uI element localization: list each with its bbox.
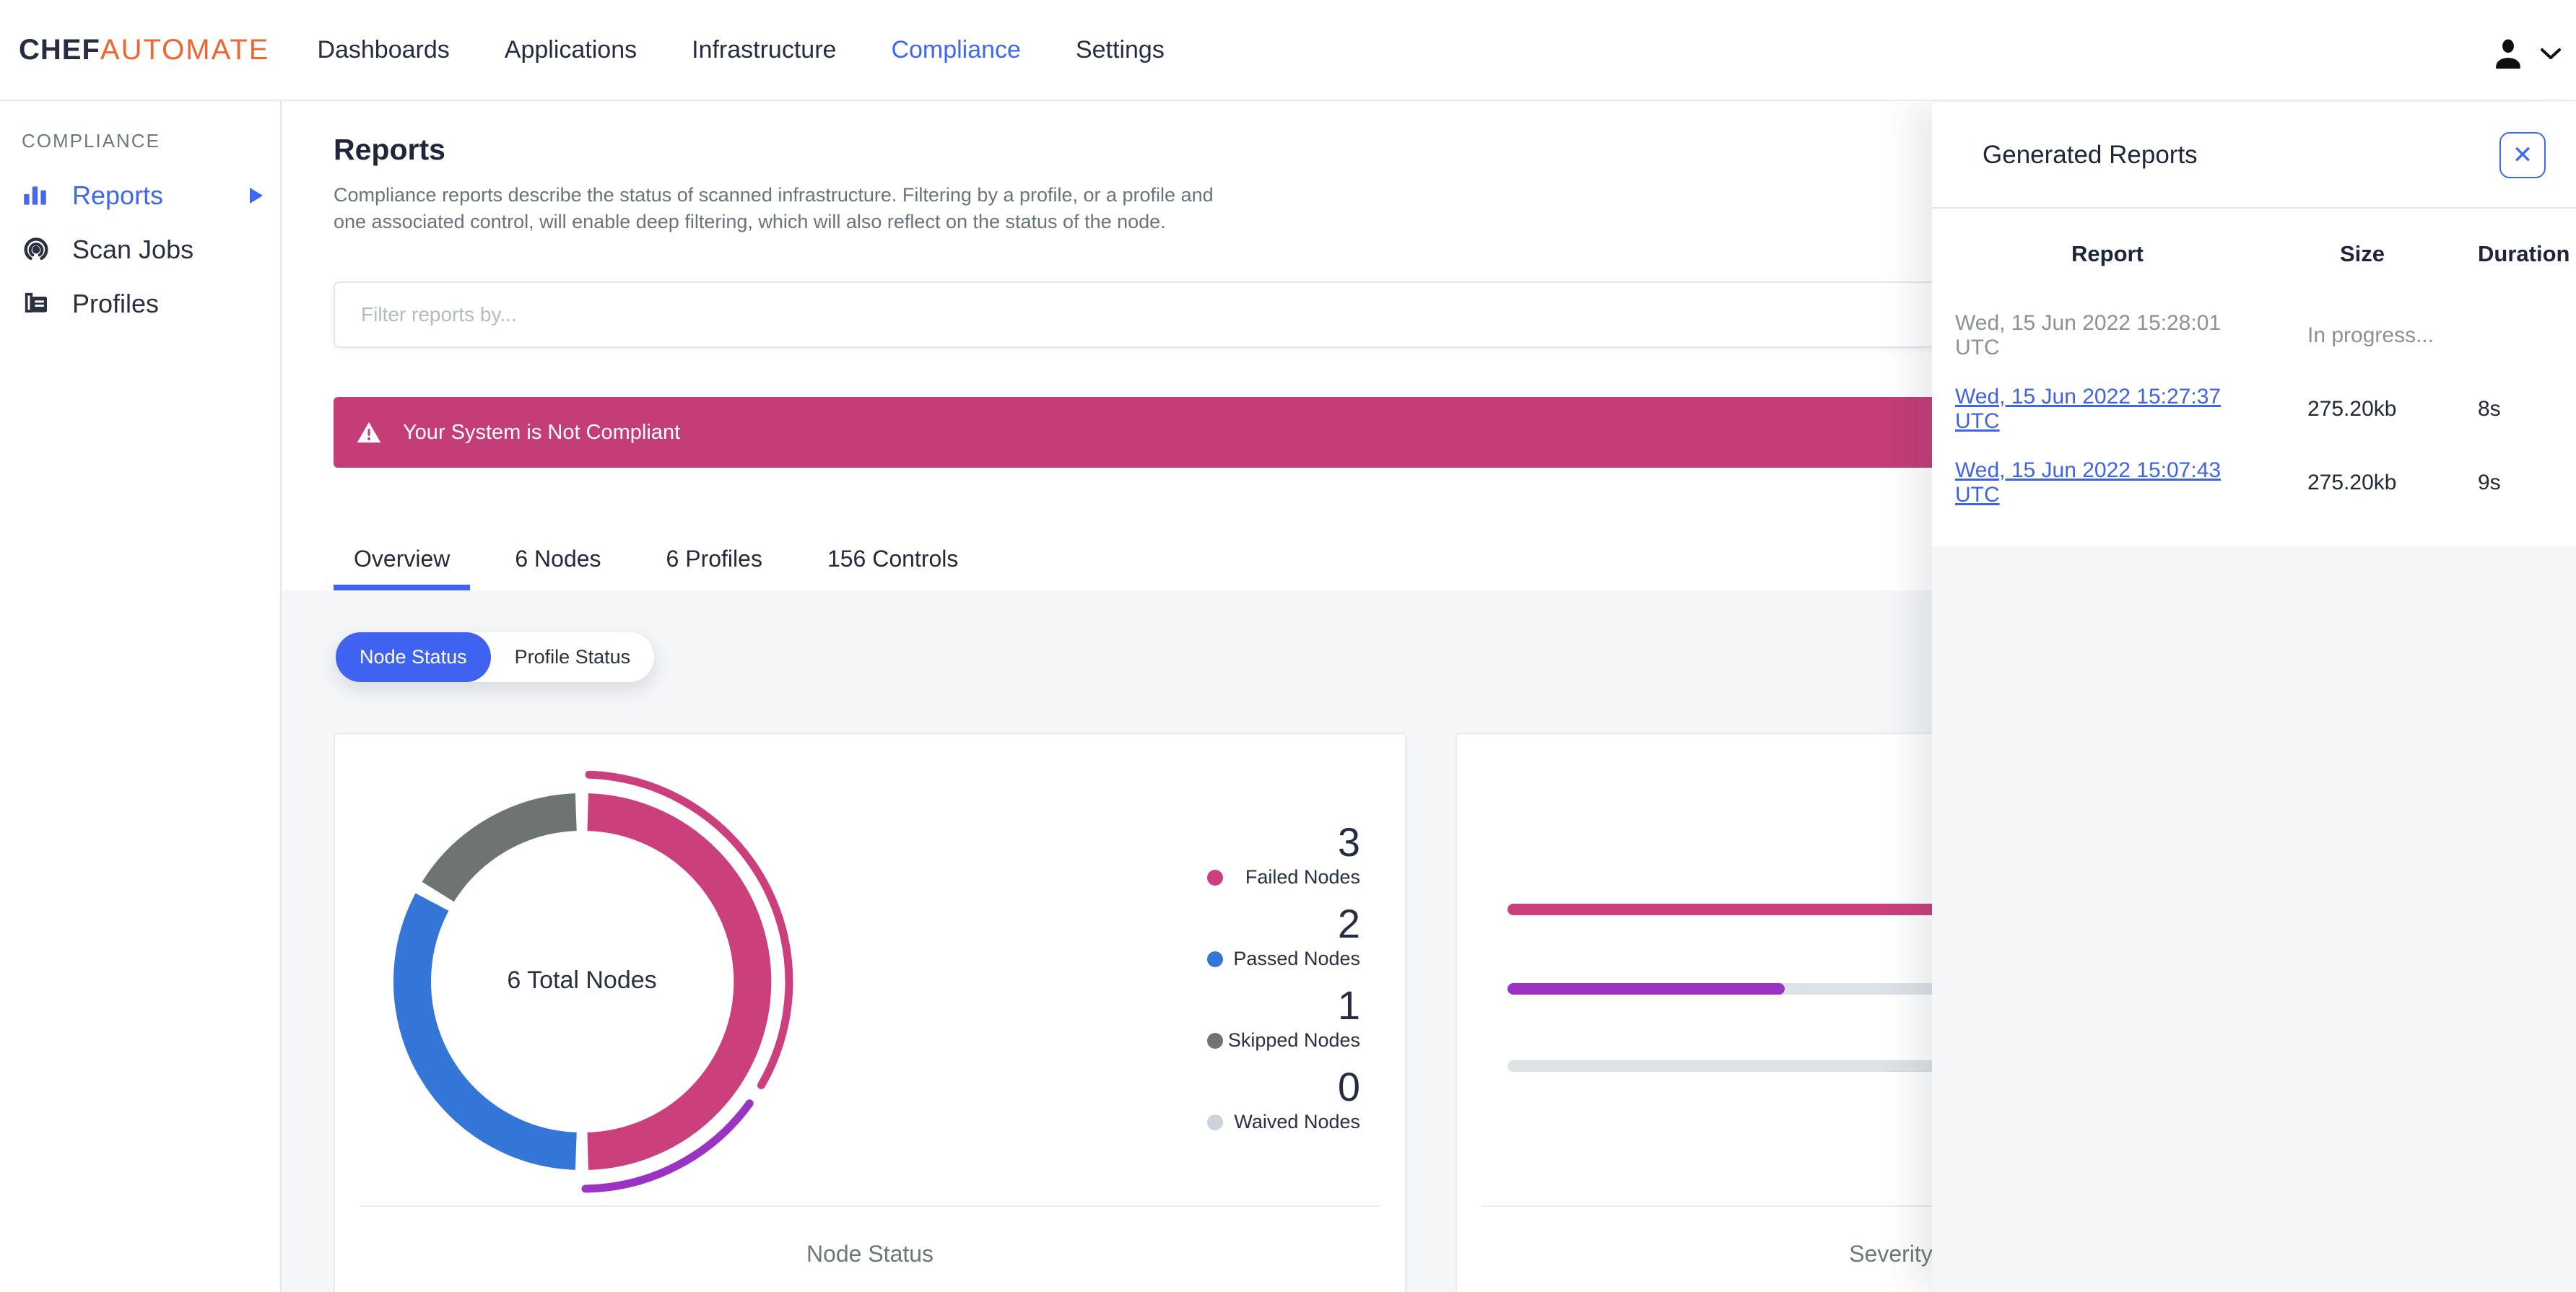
report-download-link[interactable]: Wed, 15 Jun 2022 15:07:43 UTC (1955, 458, 2221, 507)
legend-item-passed: 2 Passed Nodes (1207, 903, 1360, 970)
card-footer-label: Node Status (806, 1241, 934, 1267)
panel-header: Generated Reports ✕ (1932, 102, 2576, 209)
panel-title: Generated Reports (1983, 140, 2198, 169)
top-nav: CHEFAUTOMATE Dashboards Applications Inf… (0, 0, 2576, 101)
report-tabs: Overview 6 Nodes 6 Profiles 156 Controls (334, 527, 1003, 590)
logo-chef: CHEF (19, 33, 100, 66)
sidebar-item-scan-jobs[interactable]: Scan Jobs (0, 222, 280, 276)
nav-item-compliance[interactable]: Compliance (891, 36, 1021, 64)
donut-center-label: 6 Total Nodes (507, 966, 657, 994)
legend-dot-passed (1207, 951, 1223, 967)
legend-value: 3 (1337, 819, 1360, 865)
compliance-sidebar: COMPLIANCE Reports Scan Jobs Profiles (0, 101, 282, 1292)
tab-label: 6 Nodes (515, 545, 601, 572)
node-status-legend: 3 Failed Nodes 2 Passed Nodes 1 Skipped … (1207, 821, 1360, 1148)
legend-label: Passed Nodes (1233, 948, 1360, 969)
legend-label: Skipped Nodes (1227, 1029, 1360, 1051)
node-status-card: 6 Total Nodes 3 Failed Nodes 2 Passed No… (334, 733, 1406, 1292)
legend-value: 0 (1337, 1064, 1360, 1109)
user-menu[interactable] (2488, 25, 2562, 74)
toggle-profile-status[interactable]: Profile Status (491, 632, 655, 682)
close-icon[interactable]: ✕ (2499, 131, 2546, 178)
column-header-duration: Duration (2478, 240, 2570, 266)
nav-item-dashboards[interactable]: Dashboards (317, 36, 449, 64)
legend-dot-skipped (1207, 1032, 1223, 1049)
sidebar-item-reports[interactable]: Reports (0, 168, 280, 222)
tab-label: 6 Profiles (666, 545, 762, 572)
page-title: Reports (334, 133, 445, 166)
legend-item-waived: 0 Waived Nodes (1207, 1066, 1360, 1133)
status-toggle: Node Status Profile Status (336, 632, 655, 682)
table-header-row: Report Size Duration (1952, 209, 2576, 299)
legend-label: Waived Nodes (1234, 1111, 1360, 1132)
sidebar-item-profiles[interactable]: Profiles (0, 276, 280, 331)
banner-text: Your System is Not Compliant (403, 420, 681, 444)
nav-menu: Dashboards Applications Infrastructure C… (317, 36, 1164, 64)
nav-item-settings[interactable]: Settings (1076, 36, 1165, 64)
tab-controls[interactable]: 156 Controls (807, 527, 978, 590)
toggle-node-status[interactable]: Node Status (336, 632, 491, 682)
sidebar-section-title: COMPLIANCE (22, 130, 160, 152)
legend-label: Failed Nodes (1245, 866, 1360, 888)
tab-overview[interactable]: Overview (334, 527, 471, 590)
report-size: In progress... (2307, 323, 2434, 347)
legend-dot-failed (1207, 869, 1223, 886)
nav-item-infrastructure[interactable]: Infrastructure (692, 36, 836, 64)
table-row: Wed, 15 Jun 2022 15:28:01 UTC In progres… (1952, 299, 2576, 372)
triangle-right-icon[interactable] (250, 187, 263, 204)
chevron-down-icon (2540, 47, 2562, 61)
report-duration: 9s (2478, 471, 2501, 494)
person-icon (2488, 34, 2528, 74)
report-size: 275.20kb (2307, 471, 2397, 494)
report-timestamp: Wed, 15 Jun 2022 15:28:01 UTC (1955, 311, 2222, 359)
column-header-report: Report (2071, 240, 2144, 266)
sidebar-item-label: Scan Jobs (72, 234, 194, 264)
table-row: Wed, 15 Jun 2022 15:27:37 UTC 275.20kb 8… (1952, 372, 2576, 446)
legend-item-skipped: 1 Skipped Nodes (1207, 985, 1360, 1052)
divider (360, 1205, 1380, 1207)
legend-item-failed: 3 Failed Nodes (1207, 821, 1360, 889)
generated-reports-table: Report Size Duration Wed, 15 Jun 2022 15… (1952, 209, 2576, 520)
tab-nodes[interactable]: 6 Nodes (495, 527, 621, 590)
documents-icon (22, 289, 53, 318)
chef-automate-logo[interactable]: CHEFAUTOMATE (19, 34, 269, 66)
logo-automate: AUTOMATE (100, 33, 270, 66)
chef-automate-compliance-screen: CHEFAUTOMATE Dashboards Applications Inf… (0, 0, 2576, 1292)
sidebar-item-label: Reports (72, 180, 164, 210)
radar-icon (22, 235, 53, 264)
report-duration: 8s (2478, 397, 2501, 421)
legend-dot-waived (1207, 1114, 1223, 1130)
tab-profiles[interactable]: 6 Profiles (646, 527, 783, 590)
warning-triangle-icon (357, 422, 381, 443)
bar-chart-icon (22, 182, 53, 209)
tab-label: Overview (354, 545, 451, 572)
tab-label: 156 Controls (827, 545, 959, 572)
report-download-link[interactable]: Wed, 15 Jun 2022 15:27:37 UTC (1955, 385, 2221, 433)
nav-item-applications[interactable]: Applications (505, 36, 637, 64)
bar-fill (1507, 983, 1785, 995)
table-row: Wed, 15 Jun 2022 15:07:43 UTC 275.20kb 9… (1952, 446, 2576, 520)
legend-value: 1 (1337, 982, 1360, 1028)
page-description: Compliance reports describe the status o… (334, 184, 1214, 232)
generated-reports-panel: Generated Reports ✕ Report Size Duration… (1932, 102, 2576, 1292)
sidebar-item-label: Profiles (72, 288, 160, 318)
column-header-size: Size (2340, 240, 2385, 266)
report-size: 275.20kb (2307, 397, 2397, 421)
legend-value: 2 (1337, 901, 1360, 946)
